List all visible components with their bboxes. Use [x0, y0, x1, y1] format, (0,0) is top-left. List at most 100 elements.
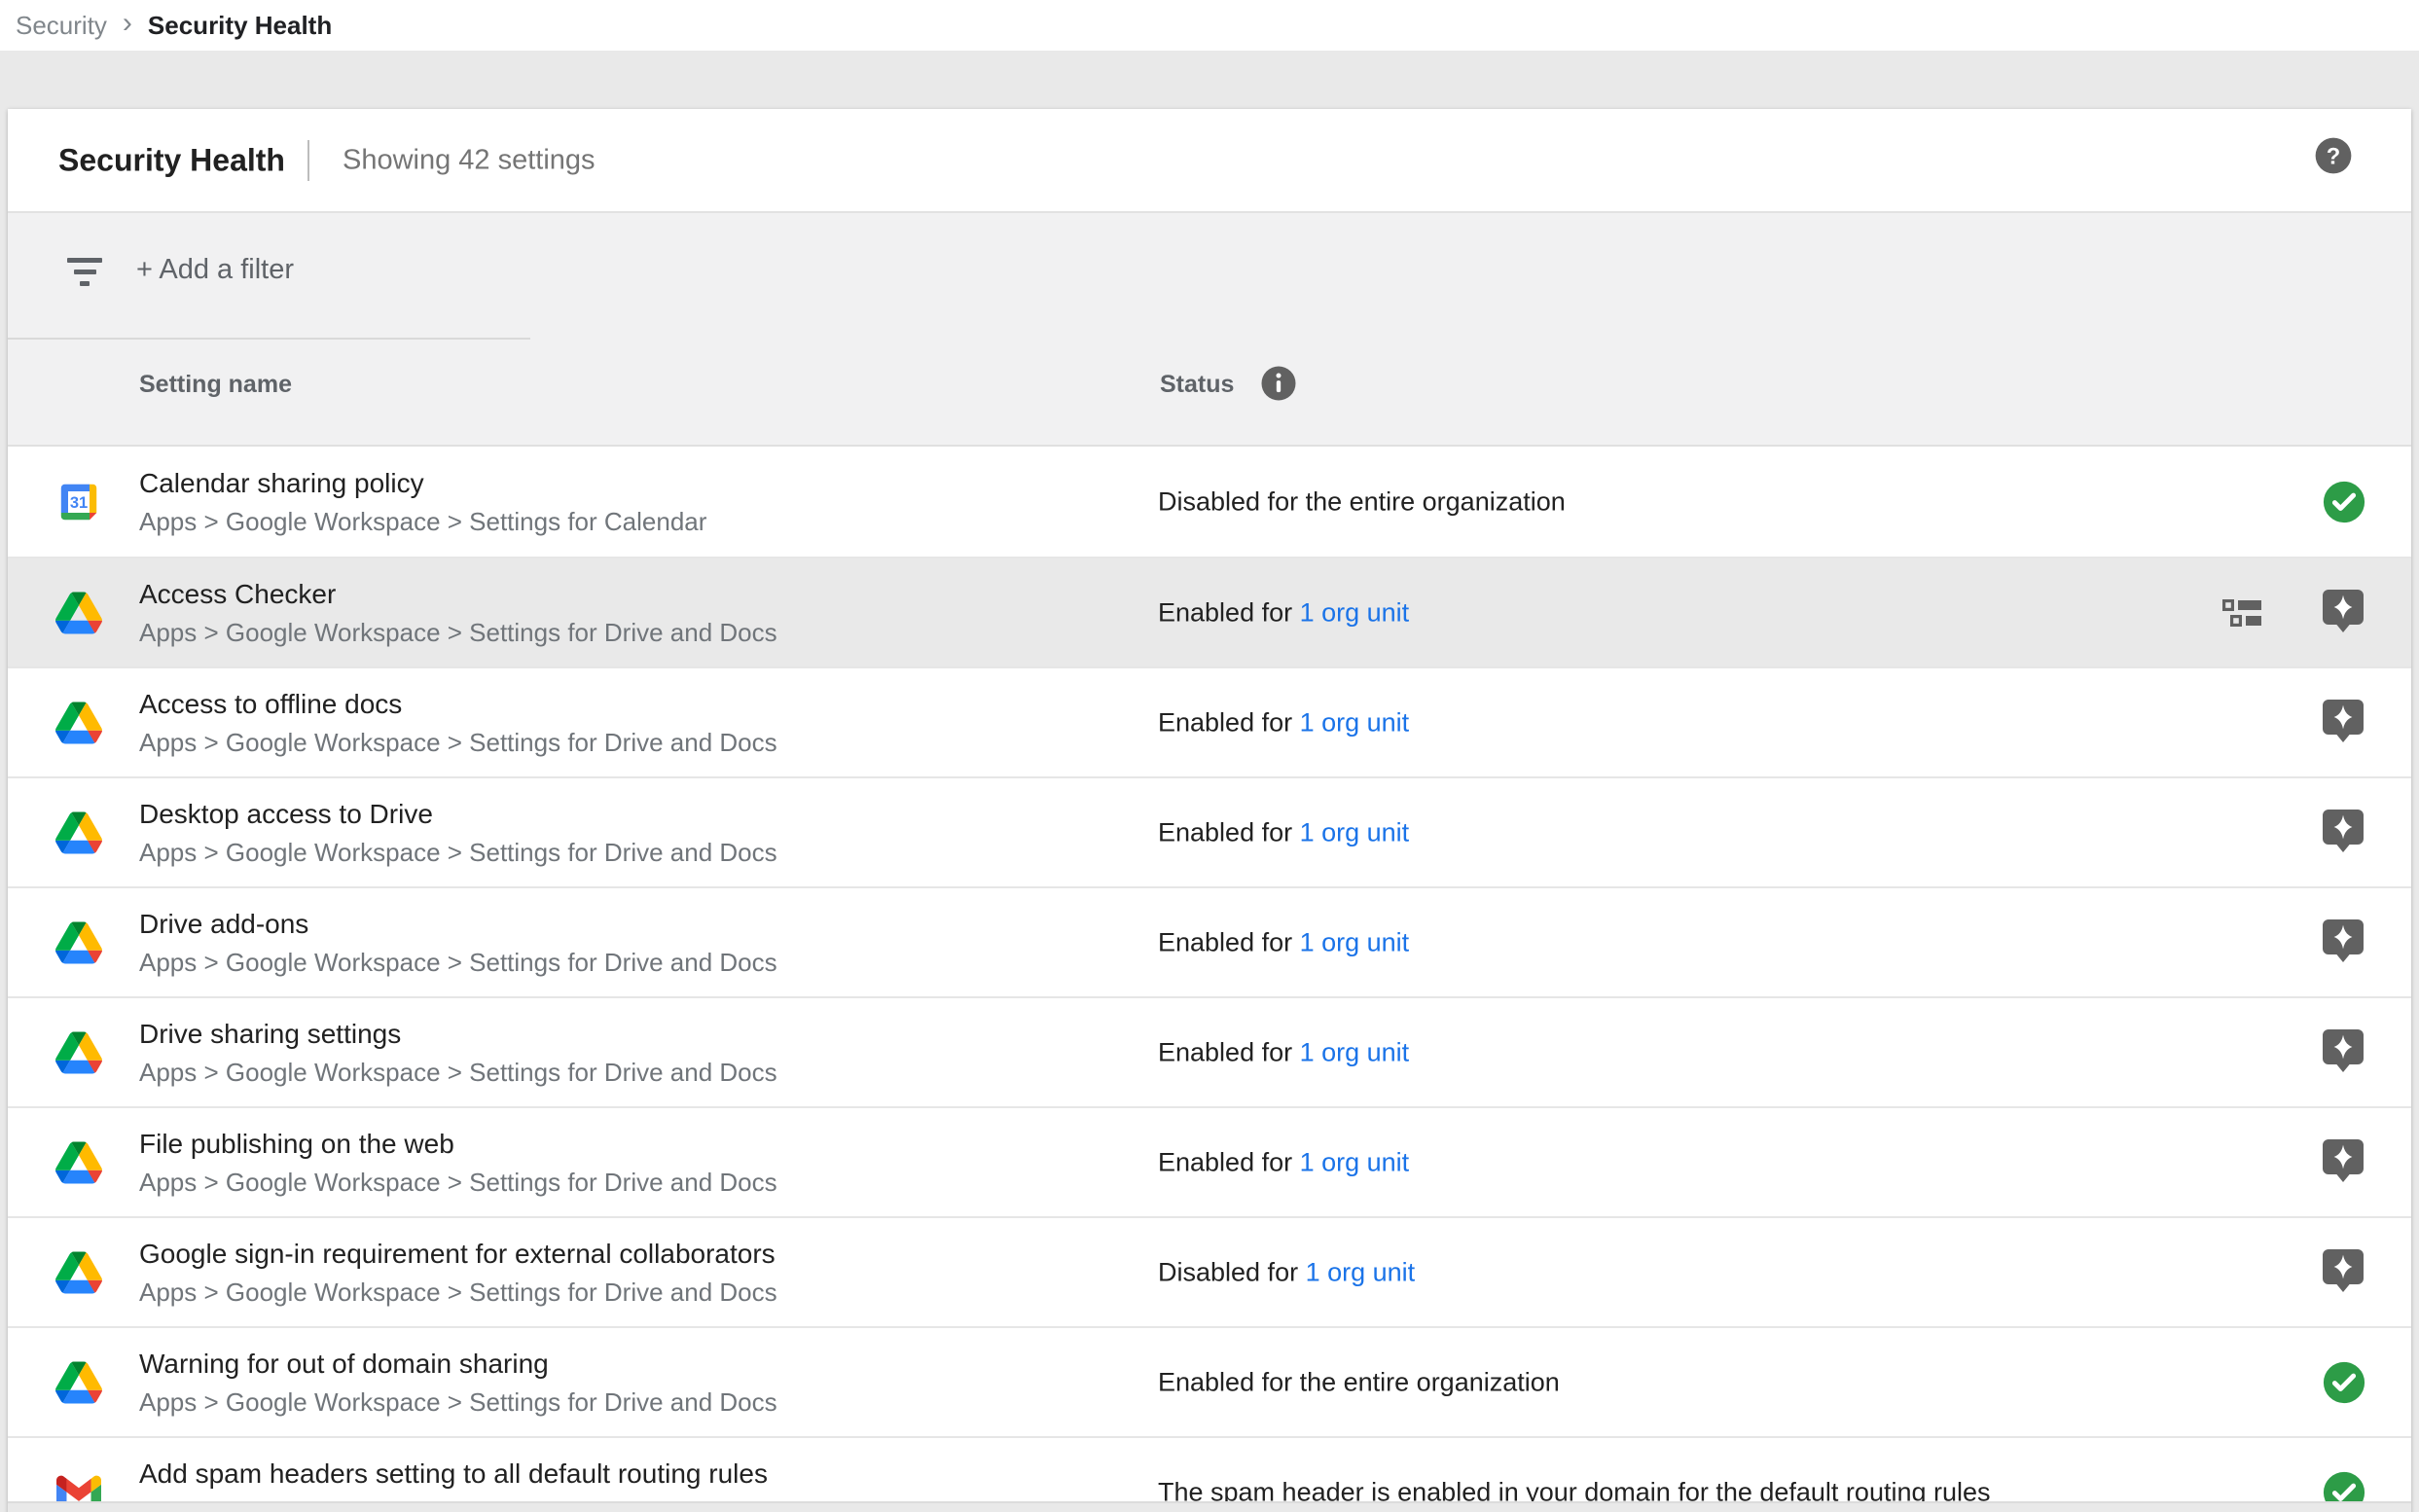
setting-name: Warning for out of domain sharing — [139, 1347, 777, 1382]
recommendation-icon[interactable] — [2323, 810, 2364, 856]
setting-name: Drive add-ons — [139, 907, 777, 942]
recommendation-icon[interactable] — [2323, 590, 2364, 636]
security-health-card: Security Health Showing 42 settings ? + … — [8, 109, 2411, 1512]
filter-and-header-section: + Add a filter Setting name Status — [8, 213, 2411, 447]
google-drive-icon — [51, 1031, 107, 1073]
org-unit-link[interactable]: 1 org unit — [1300, 1147, 1410, 1176]
table-row[interactable]: Desktop access to Drive Apps > Google Wor… — [8, 776, 2411, 886]
google-drive-icon — [51, 1251, 107, 1293]
status-text: Enabled for — [1158, 817, 1300, 846]
table-row[interactable]: Google sign-in requirement for external … — [8, 1216, 2411, 1326]
setting-status: Enabled for 1 org unit — [1158, 597, 1409, 628]
setting-status: Disabled for the entire organization — [1158, 486, 1566, 517]
google-drive-icon — [51, 1141, 107, 1183]
status-text: Enabled for — [1158, 707, 1300, 737]
status-text: Disabled for the entire organization — [1158, 486, 1566, 516]
filter-divider — [8, 338, 530, 340]
status-ok-icon — [2322, 1360, 2366, 1405]
setting-info: Drive add-ons Apps > Google Workspace > S… — [139, 907, 777, 979]
setting-info: File publishing on the web Apps > Google … — [139, 1127, 777, 1199]
security-health-page: Security › Security Health Security Heal… — [0, 0, 2419, 1512]
table-row[interactable]: Drive sharing settings Apps > Google Work… — [8, 996, 2411, 1106]
column-header-setting-name: Setting name — [139, 371, 292, 399]
info-icon[interactable] — [1259, 364, 1298, 403]
svg-text:?: ? — [2327, 144, 2340, 169]
setting-name: File publishing on the web — [139, 1127, 777, 1162]
org-units-icon[interactable] — [2222, 597, 2265, 629]
setting-path: Apps > Google Workspace > Settings for D… — [139, 616, 777, 649]
chevron-right-icon: › — [123, 9, 132, 38]
setting-name: Desktop access to Drive — [139, 797, 777, 832]
google-drive-icon — [51, 592, 107, 633]
help-icon[interactable]: ? — [2313, 135, 2354, 176]
breadcrumb-security[interactable]: Security — [16, 11, 107, 41]
setting-name: Google sign-in requirement for external … — [139, 1237, 777, 1272]
google-calendar-icon: 31 — [51, 481, 107, 523]
page-bottom-edge — [8, 1501, 2411, 1512]
table-row[interactable]: Access to offline docs Apps > Google Work… — [8, 666, 2411, 776]
setting-name: Calendar sharing policy — [139, 466, 706, 501]
card-header: Security Health Showing 42 settings ? — [8, 109, 2411, 213]
setting-name: Drive sharing settings — [139, 1017, 777, 1052]
setting-name: Add spam headers setting to all default … — [139, 1457, 904, 1492]
breadcrumb: Security › Security Health — [0, 0, 2419, 51]
google-drive-icon — [51, 1361, 107, 1403]
setting-status: Enabled for 1 org unit — [1158, 707, 1409, 738]
page-title: Security Health — [58, 142, 285, 178]
table-row[interactable]: Access Checker Apps > Google Workspace > … — [8, 557, 2411, 666]
setting-status: Enabled for 1 org unit — [1158, 927, 1409, 957]
setting-path: Apps > Google Workspace > Settings for D… — [139, 1056, 777, 1089]
filter-list-icon[interactable] — [62, 252, 107, 291]
table-row[interactable]: 31 Calendar sharing policy Apps > Google W… — [8, 447, 2411, 557]
header-divider — [307, 140, 309, 181]
org-unit-link[interactable]: 1 org unit — [1300, 597, 1410, 627]
setting-path: Apps > Google Workspace > Settings for D… — [139, 1386, 777, 1419]
recommendation-icon[interactable] — [2323, 700, 2364, 746]
status-text: Enabled for — [1158, 1037, 1300, 1066]
setting-path: Apps > Google Workspace > Settings for D… — [139, 1166, 777, 1199]
setting-name: Access to offline docs — [139, 687, 777, 722]
recommendation-icon[interactable] — [2323, 1249, 2364, 1296]
setting-info: Drive sharing settings Apps > Google Work… — [139, 1017, 777, 1089]
org-unit-link[interactable]: 1 org unit — [1300, 927, 1410, 956]
status-text: Enabled for — [1158, 597, 1300, 627]
recommendation-icon[interactable] — [2323, 919, 2364, 966]
settings-count: Showing 42 settings — [343, 144, 596, 176]
setting-path: Apps > Google Workspace > Settings for D… — [139, 946, 777, 979]
org-unit-link[interactable]: 1 org unit — [1300, 707, 1410, 737]
status-text: Enabled for the entire organization — [1158, 1367, 1560, 1396]
setting-name: Access Checker — [139, 577, 777, 612]
status-text: Disabled for — [1158, 1257, 1306, 1286]
setting-info: Access to offline docs Apps > Google Work… — [139, 687, 777, 759]
status-text: Enabled for — [1158, 927, 1300, 956]
setting-info: Desktop access to Drive Apps > Google Wor… — [139, 797, 777, 869]
svg-text:31: 31 — [70, 494, 88, 512]
org-unit-link[interactable]: 1 org unit — [1300, 817, 1410, 846]
setting-status: Enabled for 1 org unit — [1158, 817, 1409, 847]
setting-info: Google sign-in requirement for external … — [139, 1237, 777, 1309]
setting-path: Apps > Google Workspace > Settings for D… — [139, 836, 777, 869]
google-drive-icon — [51, 921, 107, 963]
add-filter-button[interactable]: + Add a filter — [136, 254, 294, 286]
column-header-status: Status — [1160, 371, 1234, 399]
setting-status: Enabled for 1 org unit — [1158, 1147, 1409, 1177]
org-unit-link[interactable]: 1 org unit — [1306, 1257, 1416, 1286]
setting-path: Apps > Google Workspace > Settings for D… — [139, 1276, 777, 1309]
setting-path: Apps > Google Workspace > Settings for D… — [139, 726, 777, 759]
table-row[interactable]: Drive add-ons Apps > Google Workspace > S… — [8, 886, 2411, 996]
breadcrumb-security-health: Security Health — [148, 11, 332, 41]
setting-info: Calendar sharing policy Apps > Google Wor… — [139, 466, 706, 538]
setting-path: Apps > Google Workspace > Settings for C… — [139, 505, 706, 538]
recommendation-icon[interactable] — [2323, 1139, 2364, 1186]
setting-status: Disabled for 1 org unit — [1158, 1257, 1415, 1287]
google-drive-icon — [51, 702, 107, 743]
table-row[interactable]: Warning for out of domain sharing Apps > … — [8, 1326, 2411, 1436]
org-unit-link[interactable]: 1 org unit — [1300, 1037, 1410, 1066]
setting-info: Warning for out of domain sharing Apps > … — [139, 1347, 777, 1419]
table-row[interactable]: File publishing on the web Apps > Google … — [8, 1106, 2411, 1216]
google-drive-icon — [51, 811, 107, 853]
setting-status: Enabled for the entire organization — [1158, 1367, 1560, 1397]
recommendation-icon[interactable] — [2323, 1029, 2364, 1076]
settings-table: 31 Calendar sharing policy Apps > Google W… — [8, 447, 2411, 1512]
setting-status: Enabled for 1 org unit — [1158, 1037, 1409, 1067]
